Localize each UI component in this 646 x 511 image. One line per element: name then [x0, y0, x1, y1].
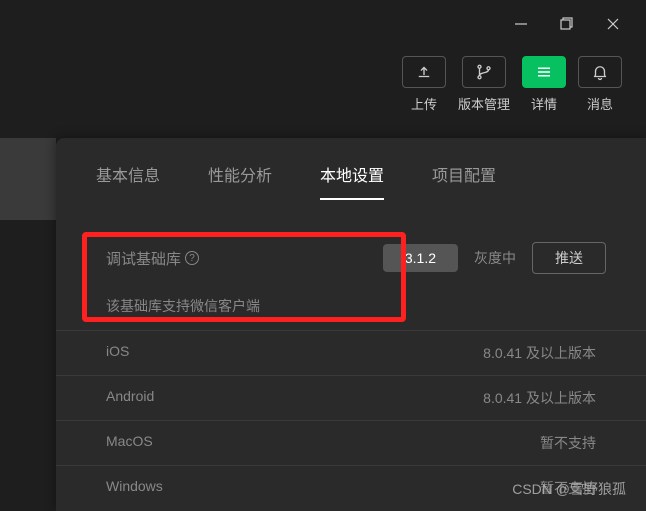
- notifications-label: 消息: [587, 94, 613, 113]
- left-strip: [0, 138, 56, 220]
- titlebar: [0, 0, 646, 48]
- gray-status: 灰度中: [474, 248, 516, 268]
- support-hint: 该基础库支持微信客户端: [56, 296, 646, 330]
- os-name: MacOS: [106, 433, 540, 453]
- tab-project[interactable]: 项目配置: [432, 162, 496, 200]
- table-row: iOS 8.0.41 及以上版本: [56, 330, 646, 375]
- tab-local[interactable]: 本地设置: [320, 162, 384, 200]
- watermark: CSDN @雪野狼孤: [512, 479, 626, 499]
- maximize-button[interactable]: [544, 4, 590, 44]
- branch-icon: [462, 56, 506, 88]
- version-label: 版本管理: [458, 94, 510, 113]
- os-name: Windows: [106, 478, 540, 498]
- os-name: iOS: [106, 343, 483, 363]
- debug-lib-row: 调试基础库 ? 3.1.2 灰度中 推送: [56, 214, 646, 296]
- help-icon[interactable]: ?: [185, 251, 199, 265]
- toolbar: 上传 版本管理 详情 消息: [0, 48, 646, 131]
- details-panel: 基本信息 性能分析 本地设置 项目配置 调试基础库 ? 3.1.2 灰度中 推送…: [56, 138, 646, 511]
- push-button[interactable]: 推送: [532, 242, 606, 274]
- close-button[interactable]: [590, 4, 636, 44]
- table-row: Android 8.0.41 及以上版本: [56, 375, 646, 420]
- tabs: 基本信息 性能分析 本地设置 项目配置: [56, 162, 646, 214]
- bell-icon: [578, 56, 622, 88]
- os-req: 暂不支持: [540, 433, 596, 453]
- version-dropdown[interactable]: 3.1.2: [383, 244, 458, 272]
- debug-lib-label: 调试基础库 ?: [106, 248, 199, 269]
- details-button[interactable]: 详情: [522, 56, 566, 113]
- minimize-button[interactable]: [498, 4, 544, 44]
- os-name: Android: [106, 388, 483, 408]
- upload-icon: [402, 56, 446, 88]
- upload-button[interactable]: 上传: [402, 56, 446, 113]
- notifications-button[interactable]: 消息: [578, 56, 622, 113]
- tab-basic[interactable]: 基本信息: [96, 162, 160, 200]
- details-label: 详情: [531, 94, 557, 113]
- tab-perf[interactable]: 性能分析: [208, 162, 272, 200]
- table-row: MacOS 暂不支持: [56, 420, 646, 465]
- hamburger-icon: [522, 56, 566, 88]
- version-button[interactable]: 版本管理: [458, 56, 510, 113]
- os-req: 8.0.41 及以上版本: [483, 388, 596, 408]
- os-req: 8.0.41 及以上版本: [483, 343, 596, 363]
- upload-label: 上传: [411, 94, 437, 113]
